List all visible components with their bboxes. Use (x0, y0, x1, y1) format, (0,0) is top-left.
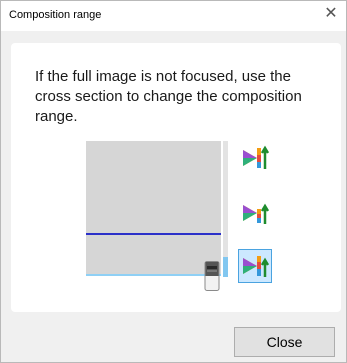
composition-range-icon (243, 256, 269, 277)
composition-range-icon (243, 145, 269, 169)
upper-range-line[interactable] (86, 233, 221, 235)
close-icon[interactable]: ✕ (322, 5, 340, 23)
range-slider-fill (223, 257, 228, 277)
range-mode-button-3[interactable] (238, 249, 272, 283)
composition-range-icon (243, 203, 269, 224)
lower-range-line[interactable] (86, 274, 221, 276)
dialog-title: Composition range (9, 9, 102, 21)
range-mode-button-1[interactable] (241, 144, 269, 172)
cross-section-preview[interactable] (86, 141, 221, 276)
range-slider-track[interactable] (223, 141, 228, 277)
close-button[interactable]: Close (234, 327, 335, 357)
composition-range-dialog: Composition range ✕ If the full image is… (0, 0, 347, 363)
instruction-text: If the full image is not focused, use th… (35, 68, 302, 125)
slider-thumb-icon[interactable] (204, 261, 220, 291)
title-bar: Composition range ✕ (1, 1, 346, 31)
content-panel: If the full image is not focused, use th… (11, 43, 341, 312)
range-mode-button-2[interactable] (241, 199, 269, 227)
